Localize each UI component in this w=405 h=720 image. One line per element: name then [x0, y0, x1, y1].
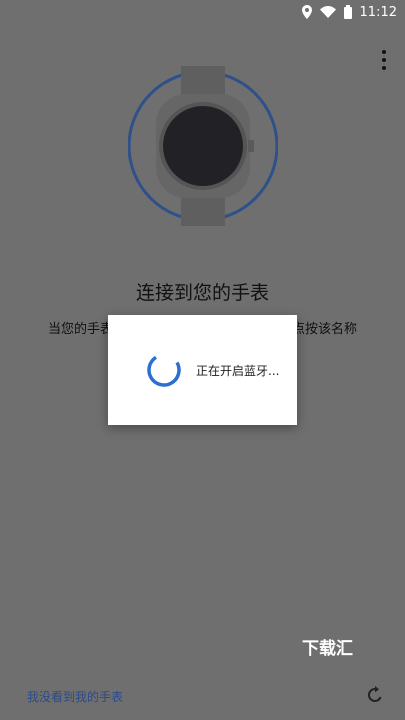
watermark-text: 下载汇 [302, 639, 353, 659]
dialog-message: 正在开启蓝牙... [196, 363, 280, 378]
progress-dialog: 正在开启蓝牙... [108, 315, 297, 425]
status-bar: 11:12 [0, 0, 405, 24]
location-icon [301, 5, 312, 19]
page-title: 连接到您的手表 [135, 282, 269, 304]
no-watch-found-link[interactable]: 我没看到我的手表 [27, 688, 123, 705]
watch-illustration [128, 66, 278, 226]
wifi-icon [319, 6, 336, 18]
instruction-text-start: 当您的手表 [48, 322, 114, 337]
more-options-icon[interactable] [377, 50, 391, 70]
battery-icon [343, 5, 352, 19]
loading-spinner-icon [147, 353, 181, 387]
status-time: 11:12 [359, 4, 397, 20]
instruction-text-end: 点按该名称 [291, 322, 357, 337]
refresh-icon[interactable] [366, 686, 384, 704]
